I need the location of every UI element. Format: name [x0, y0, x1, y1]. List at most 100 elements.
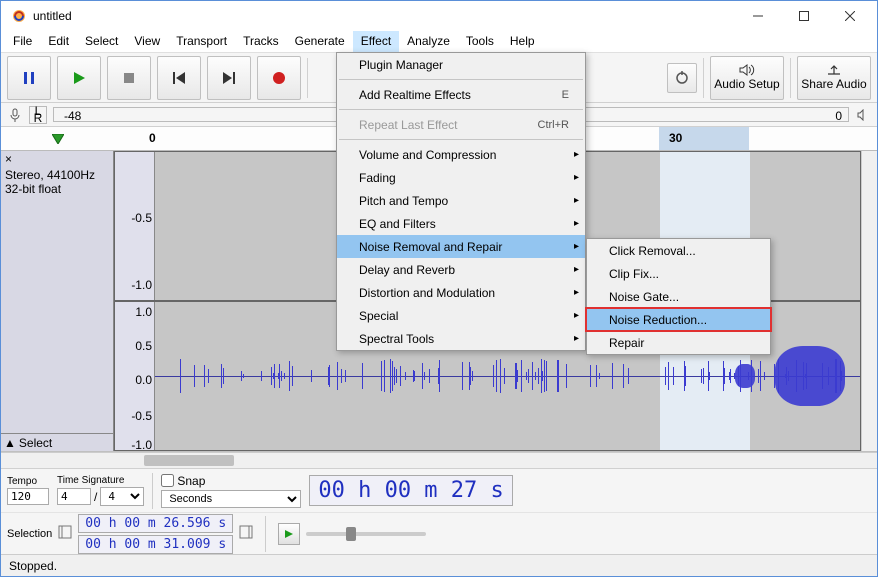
effect-item-special[interactable]: Special▸	[337, 304, 585, 327]
time-toolbar: Tempo Time Signature / 4 Snap Seconds 00…	[1, 468, 877, 512]
menu-file[interactable]: File	[5, 31, 40, 52]
timesig-field: Time Signature / 4	[57, 475, 144, 506]
record-meter-lr: LR	[29, 106, 47, 124]
meter-tick: -48	[64, 109, 81, 123]
menu-tools[interactable]: Tools	[458, 31, 502, 52]
skip-end-button[interactable]	[207, 56, 251, 100]
ruler-tick: 0	[149, 131, 156, 145]
submenu-item-repair[interactable]: Repair	[587, 331, 770, 354]
horizontal-scrollbar[interactable]	[1, 452, 877, 468]
upload-icon	[827, 64, 841, 76]
menubar: FileEditSelectViewTransportTracksGenerat…	[1, 31, 877, 53]
status-text: Stopped.	[9, 559, 57, 573]
submenu-item-noise-gate-[interactable]: Noise Gate...	[587, 285, 770, 308]
timesig-label: Time Signature	[57, 475, 144, 486]
collapse-arrow-icon: ▲	[4, 436, 16, 450]
effect-item-fading[interactable]: Fading▸	[337, 166, 585, 189]
menu-transport[interactable]: Transport	[168, 31, 235, 52]
noise-removal-submenu: Click Removal...Clip Fix...Noise Gate...…	[586, 238, 771, 355]
selection-toolbar: Selection 00 h 00 m 26.596 s 00 h 00 m 3…	[1, 512, 877, 554]
pause-button[interactable]	[7, 56, 51, 100]
record-button[interactable]	[257, 56, 301, 100]
amplitude-axis: -0.5 -1.0	[115, 152, 155, 300]
effect-item-eq-and-filters[interactable]: EQ and Filters▸	[337, 212, 585, 235]
menu-effect[interactable]: Effect	[353, 31, 399, 52]
play-at-speed-button[interactable]	[278, 523, 300, 545]
tempo-label: Tempo	[7, 476, 49, 487]
effect-item-distortion-and-modulation[interactable]: Distortion and Modulation▸	[337, 281, 585, 304]
submenu-arrow-icon: ▸	[574, 195, 579, 206]
playback-speed-slider[interactable]	[306, 532, 426, 536]
statusbar: Stopped.	[1, 554, 877, 576]
menu-analyze[interactable]: Analyze	[399, 31, 458, 52]
speaker-icon	[739, 64, 755, 76]
submenu-item-click-removal-[interactable]: Click Removal...	[587, 239, 770, 262]
submenu-arrow-icon: ▸	[574, 333, 579, 344]
selection-end-time[interactable]: 00 h 00 m 31.009 s	[78, 535, 233, 554]
track-control-panel[interactable]: × Stereo, 44100Hz 32-bit float ▲ Select	[1, 151, 114, 451]
stop-button[interactable]	[107, 56, 151, 100]
effect-item-pitch-and-tempo[interactable]: Pitch and Tempo▸	[337, 189, 585, 212]
skip-start-button[interactable]	[157, 56, 201, 100]
amplitude-axis: 1.0 0.5 0.0 -0.5 -1.0	[115, 302, 155, 450]
minimize-button[interactable]	[735, 1, 781, 31]
submenu-arrow-icon: ▸	[574, 310, 579, 321]
snap-checkbox[interactable]: Snap	[161, 474, 301, 488]
effect-item-delay-and-reverb[interactable]: Delay and Reverb▸	[337, 258, 585, 281]
submenu-arrow-icon: ▸	[574, 241, 579, 252]
submenu-arrow-icon: ▸	[574, 172, 579, 183]
selection-start-time[interactable]: 00 h 00 m 26.596 s	[78, 514, 233, 533]
selection-mode-icon[interactable]	[58, 525, 72, 542]
track-select-label: Select	[19, 436, 52, 450]
maximize-button[interactable]	[781, 1, 827, 31]
selection-label: Selection	[7, 528, 52, 540]
effect-item-plugin-manager[interactable]: Plugin Manager	[337, 53, 585, 76]
submenu-arrow-icon: ▸	[574, 149, 579, 160]
app-window: untitled FileEditSelectViewTransportTrac…	[0, 0, 878, 577]
effect-item-spectral-tools[interactable]: Spectral Tools▸	[337, 327, 585, 350]
effect-item-add-realtime-effects[interactable]: Add Realtime EffectsE	[337, 83, 585, 106]
timesig-den-select[interactable]: 4	[100, 487, 144, 506]
timesig-slash: /	[94, 490, 97, 504]
selection-mode-icon-2[interactable]	[239, 525, 253, 542]
play-button[interactable]	[57, 56, 101, 100]
audio-setup-label: Audio Setup	[714, 77, 779, 91]
tempo-field: Tempo	[7, 476, 49, 505]
submenu-item-noise-reduction-[interactable]: Noise Reduction...	[587, 308, 770, 331]
timesig-num-input[interactable]	[57, 488, 91, 505]
share-audio-label: Share Audio	[801, 77, 866, 91]
menu-tracks[interactable]: Tracks	[235, 31, 287, 52]
app-icon	[11, 8, 27, 24]
track-info: Stereo, 44100Hz 32-bit float	[1, 167, 113, 199]
menu-select[interactable]: Select	[77, 31, 126, 52]
close-button[interactable]	[827, 1, 873, 31]
effect-dropdown-menu: Plugin Manager Add Realtime EffectsE Repea…	[336, 52, 586, 351]
menu-view[interactable]: View	[126, 31, 168, 52]
submenu-item-clip-fix-[interactable]: Clip Fix...	[587, 262, 770, 285]
meter-tick: 0	[835, 109, 842, 123]
submenu-arrow-icon: ▸	[574, 218, 579, 229]
tempo-input[interactable]	[7, 488, 49, 505]
speaker-icon	[855, 107, 871, 123]
audio-setup-button[interactable]: Audio Setup	[710, 56, 784, 100]
track-select-button[interactable]: ▲ Select	[1, 433, 113, 451]
titlebar: untitled	[1, 1, 877, 31]
effect-item-noise-removal-and-repair[interactable]: Noise Removal and Repair▸	[337, 235, 585, 258]
position-time-display[interactable]: 00 h 00 m 27 s	[309, 475, 512, 506]
ruler-tick: 30	[669, 131, 682, 145]
share-audio-button[interactable]: Share Audio	[797, 56, 871, 100]
vertical-scrollbar[interactable]	[861, 151, 877, 451]
snap-group: Snap Seconds	[161, 474, 301, 508]
window-title: untitled	[33, 9, 735, 23]
loop-button[interactable]	[667, 63, 697, 93]
playhead-marker[interactable]	[52, 134, 64, 144]
effect-item-volume-and-compression[interactable]: Volume and Compression▸	[337, 143, 585, 166]
submenu-arrow-icon: ▸	[574, 287, 579, 298]
menu-generate[interactable]: Generate	[287, 31, 353, 52]
track-close-button[interactable]: ×	[5, 152, 12, 166]
effect-item-repeat-last-effect: Repeat Last EffectCtrl+R	[337, 113, 585, 136]
mic-icon	[7, 107, 23, 123]
snap-select[interactable]: Seconds	[161, 490, 301, 508]
menu-edit[interactable]: Edit	[40, 31, 77, 52]
menu-help[interactable]: Help	[502, 31, 543, 52]
